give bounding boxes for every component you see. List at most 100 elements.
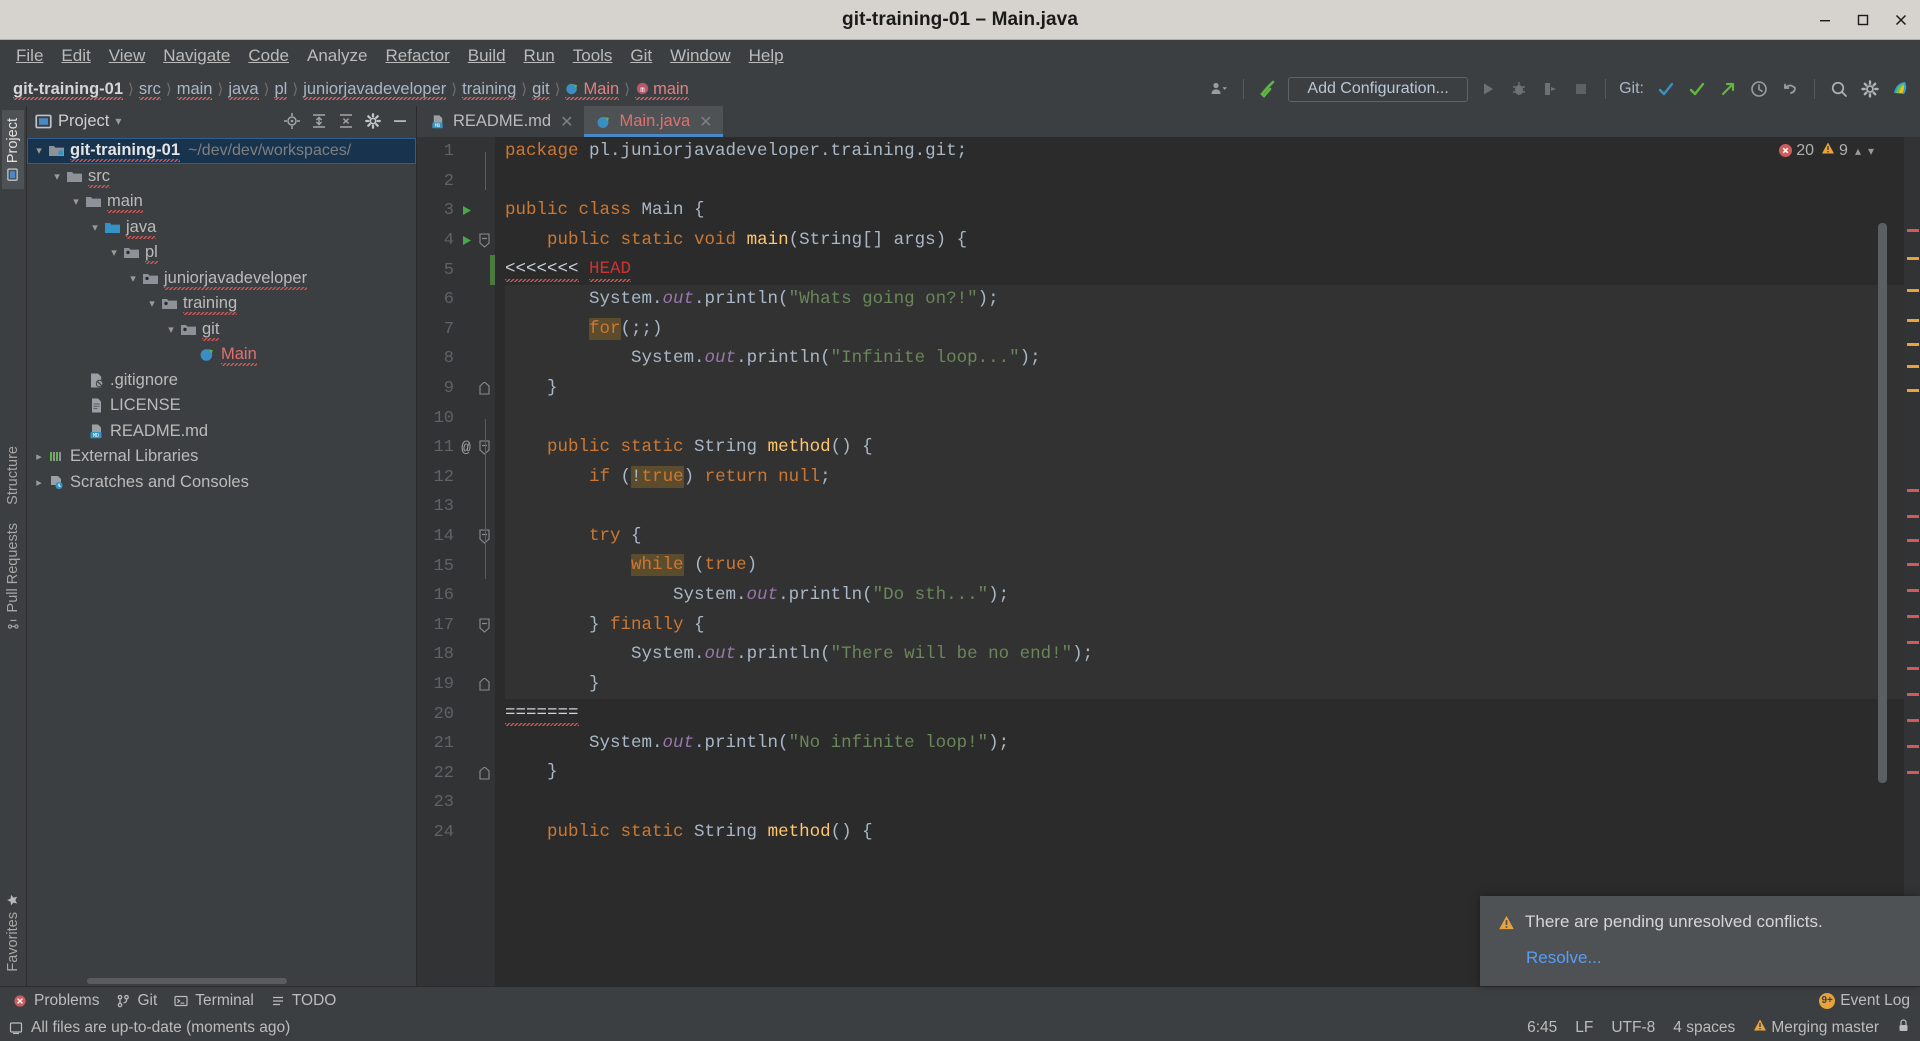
breadcrumb-item-src[interactable]: src [136,80,164,100]
sidebar-item-project[interactable]: Project [2,110,24,190]
marker-error[interactable] [1907,589,1919,592]
tool-window-git[interactable]: Git [109,990,167,1012]
editor-vertical-scrollbar[interactable] [1878,223,1887,783]
resolve-link[interactable]: Resolve... [1526,948,1902,968]
breadcrumb-item-method[interactable]: m main [632,80,692,100]
tab-readme-md[interactable]: MD README.md ✕ [417,106,584,137]
tool-window-terminal[interactable]: Terminal [167,990,264,1012]
git-history-icon[interactable] [1748,78,1770,100]
notification-balloon[interactable]: There are pending unresolved conflicts. … [1480,896,1920,986]
close-icon[interactable] [1892,11,1910,29]
tree-node-external-libraries[interactable]: ▸ External Libraries [27,444,416,470]
menu-tools[interactable]: Tools [565,43,621,69]
breadcrumb-item-java[interactable]: java [225,80,261,100]
tree-node-main[interactable]: ▾ main [27,189,416,215]
menu-file[interactable]: File [8,43,51,69]
add-configuration-button[interactable]: Add Configuration... [1288,76,1469,102]
hammer-build-icon[interactable] [1257,78,1279,100]
tree-node-scratches-and-consoles[interactable]: ▸ Scratches and Consoles [27,470,416,496]
fold-collapse-icon[interactable] [475,440,493,455]
marker-error[interactable] [1907,489,1919,492]
search-everywhere-icon[interactable] [1828,78,1850,100]
line-separator[interactable]: LF [1575,1019,1593,1037]
tree-node-src[interactable]: ▾ src [27,164,416,190]
fold-end-icon[interactable] [475,766,493,780]
marker-warning[interactable] [1907,365,1919,368]
maximize-icon[interactable] [1854,11,1872,29]
sidebar-item-structure[interactable]: Structure [2,438,24,513]
git-rollback-icon[interactable] [1779,78,1801,100]
marker-error[interactable] [1907,667,1919,670]
marker-warning[interactable] [1907,257,1919,260]
fold-collapse-icon[interactable] [475,529,493,544]
menu-window[interactable]: Window [662,43,738,69]
menu-git[interactable]: Git [622,43,660,69]
fold-end-icon[interactable] [475,677,493,691]
git-commit-icon[interactable] [1686,78,1708,100]
tree-node-juniorjavadeveloper[interactable]: ▾ juniorjavadeveloper [27,266,416,292]
user-dropdown-icon[interactable] [1208,78,1230,100]
indent-setting[interactable]: 4 spaces [1673,1019,1735,1037]
marker-warning[interactable] [1907,389,1919,392]
menu-help[interactable]: Help [741,43,792,69]
event-log-button[interactable]: 9+ Event Log [1819,992,1910,1010]
marker-warning[interactable] [1907,289,1919,292]
chevron-right-icon[interactable]: ▸ [31,476,47,489]
chevron-down-icon[interactable]: ▾ [125,272,141,285]
chevron-down-icon[interactable]: ▾ [68,195,84,208]
error-count[interactable]: 20 [1779,142,1814,160]
sidebar-item-pull-requests[interactable]: Pull Requests [2,515,24,637]
chevron-down-icon[interactable]: ▾ [163,323,179,336]
menu-code[interactable]: Code [240,43,297,69]
inspection-summary[interactable]: 20 9 ▴ ▾ [1779,141,1874,160]
menu-build[interactable]: Build [460,43,514,69]
settings-gear-icon[interactable] [1859,78,1881,100]
breadcrumb-item-pl[interactable]: pl [271,80,290,100]
marker-error[interactable] [1907,515,1919,518]
breadcrumb-item-juniorjavadeveloper[interactable]: juniorjavadeveloper [300,80,449,100]
editor-marker-strip[interactable] [1904,137,1920,986]
tool-window-todo[interactable]: TODO [264,990,347,1012]
marker-error[interactable] [1907,539,1919,542]
settings-gear-icon[interactable] [362,111,383,132]
editor-gutter[interactable]: 1 2 3 4 5 6 7 8 9 10 11@ 12 13 14 15 16 [417,137,495,986]
run-icon[interactable] [1477,78,1499,100]
fold-collapse-icon[interactable] [475,233,493,248]
tree-node-README[interactable]: MD README.md [27,419,416,445]
tree-node-java[interactable]: ▾ java [27,215,416,241]
close-icon[interactable]: ✕ [560,112,573,132]
debug-icon[interactable] [1508,78,1530,100]
code-text-area[interactable]: package pl.juniorjavadeveloper.training.… [495,137,1904,986]
marker-error[interactable] [1907,641,1919,644]
menu-view[interactable]: View [101,43,154,69]
fold-collapse-icon[interactable] [475,618,493,633]
git-push-icon[interactable] [1717,78,1739,100]
tab-main-java[interactable]: Main.java ✕ [583,106,723,137]
marker-warning[interactable] [1907,319,1919,322]
chevron-down-icon[interactable]: ▾ [1868,144,1874,158]
marker-error[interactable] [1907,615,1919,618]
menu-analyze[interactable]: Analyze [299,43,375,69]
marker-error[interactable] [1907,745,1919,748]
tree-node-Main[interactable]: Main [27,342,416,368]
minimize-icon[interactable] [1816,11,1834,29]
chevron-down-icon[interactable]: ▾ [87,221,103,234]
code-editor[interactable]: 1 2 3 4 5 6 7 8 9 10 11@ 12 13 14 15 16 [417,137,1920,986]
ide-logo-icon[interactable] [1890,78,1912,100]
tree-node-pl[interactable]: ▾ pl [27,240,416,266]
breadcrumb-item-class[interactable]: Main [562,80,622,100]
chevron-down-icon[interactable]: ▾ [106,246,122,259]
breadcrumb-item-git[interactable]: git [529,80,552,100]
run-class-icon[interactable] [457,204,475,217]
chevron-down-icon[interactable]: ▾ [31,144,47,157]
tool-window-problems[interactable]: Problems [6,990,109,1012]
marker-error[interactable] [1907,563,1919,566]
expand-all-icon[interactable] [308,111,329,132]
git-update-icon[interactable] [1655,78,1677,100]
chevron-down-icon[interactable]: ▾ [115,114,121,128]
stop-icon[interactable] [1570,78,1592,100]
run-coverage-icon[interactable] [1539,78,1561,100]
locate-target-icon[interactable] [281,111,302,132]
marker-error[interactable] [1907,693,1919,696]
menu-refactor[interactable]: Refactor [377,43,457,69]
